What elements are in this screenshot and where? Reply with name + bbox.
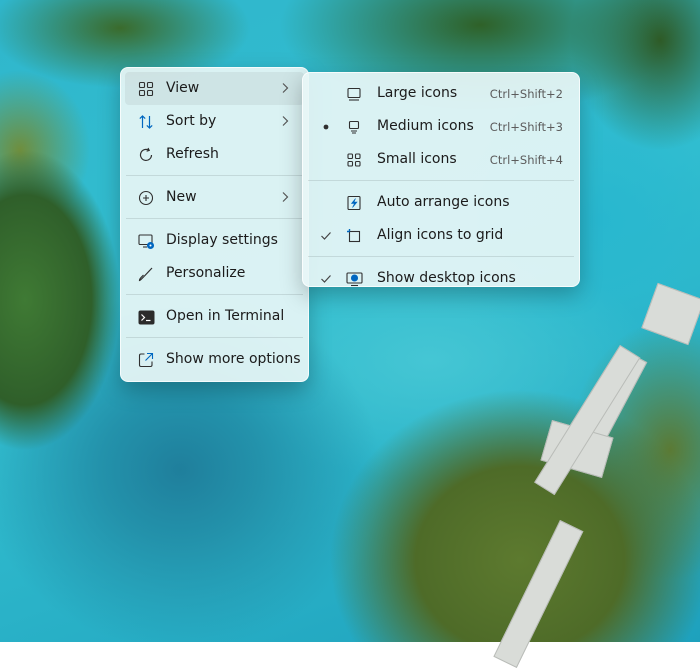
radio-dot-icon	[319, 118, 333, 136]
view-submenu: Large icons Ctrl+Shift+2 Medium icons Ct…	[302, 72, 580, 287]
submenu-item-label: Auto arrange icons	[377, 194, 510, 210]
checkmark-icon	[319, 270, 333, 288]
menu-item-label: New	[166, 189, 197, 205]
keyboard-shortcut: Ctrl+Shift+4	[489, 153, 563, 167]
keyboard-shortcut: Ctrl+Shift+3	[489, 120, 563, 134]
display-settings-icon	[137, 232, 155, 250]
keyboard-shortcut: Ctrl+Shift+2	[489, 87, 563, 101]
submenu-item-large-icons[interactable]: Large icons Ctrl+Shift+2	[307, 77, 575, 110]
submenu-item-label: Show desktop icons	[377, 270, 516, 286]
align-grid-icon	[345, 227, 363, 245]
chevron-right-icon	[280, 114, 290, 128]
medium-icons-icon	[345, 118, 363, 136]
menu-item-label: Open in Terminal	[166, 308, 285, 324]
menu-item-personalize[interactable]: Personalize	[125, 257, 304, 290]
menu-separator	[126, 218, 303, 219]
menu-separator	[126, 337, 303, 338]
chevron-right-icon	[280, 81, 290, 95]
menu-item-label: Show more options	[166, 351, 301, 367]
submenu-item-small-icons[interactable]: Small icons Ctrl+Shift+4	[307, 143, 575, 176]
submenu-item-label: Align icons to grid	[377, 227, 504, 243]
menu-separator	[126, 175, 303, 176]
show-desktop-icon	[345, 270, 363, 288]
submenu-item-label: Small icons	[377, 151, 457, 167]
auto-arrange-icon	[345, 194, 363, 212]
chevron-right-icon	[280, 190, 290, 204]
menu-item-display-settings[interactable]: Display settings	[125, 224, 304, 257]
checkmark-icon	[319, 227, 333, 245]
menu-item-label: Sort by	[166, 113, 217, 129]
grid-icon	[137, 80, 155, 98]
menu-item-refresh[interactable]: Refresh	[125, 138, 304, 171]
small-icons-icon	[345, 151, 363, 169]
boardwalk-segment	[493, 520, 584, 668]
menu-separator	[308, 180, 574, 181]
boardwalk-platform	[641, 282, 700, 346]
menu-item-label: Display settings	[166, 232, 278, 248]
submenu-item-auto-arrange-icons[interactable]: Auto arrange icons	[307, 186, 575, 219]
menu-item-label: Personalize	[166, 265, 246, 281]
submenu-item-show-desktop-icons[interactable]: Show desktop icons	[307, 262, 575, 295]
plus-circle-icon	[137, 189, 155, 207]
menu-item-label: Refresh	[166, 146, 219, 162]
submenu-item-medium-icons[interactable]: Medium icons Ctrl+Shift+3	[307, 110, 575, 143]
terminal-icon	[137, 308, 155, 326]
menu-item-open-in-terminal[interactable]: Open in Terminal	[125, 300, 304, 333]
refresh-icon	[137, 146, 155, 164]
desktop-context-menu: View Sort by Refresh New Display setting…	[120, 67, 309, 382]
menu-separator	[126, 294, 303, 295]
menu-item-show-more-options[interactable]: Show more options	[125, 343, 304, 376]
menu-item-new[interactable]: New	[125, 181, 304, 214]
menu-item-sort-by[interactable]: Sort by	[125, 105, 304, 138]
submenu-item-label: Large icons	[377, 85, 458, 101]
sort-arrows-icon	[137, 113, 155, 131]
submenu-item-align-icons-to-grid[interactable]: Align icons to grid	[307, 219, 575, 252]
brush-icon	[137, 265, 155, 283]
external-link-icon	[137, 351, 155, 369]
menu-item-label: View	[166, 80, 200, 96]
large-icons-icon	[345, 85, 363, 103]
menu-separator	[308, 256, 574, 257]
menu-item-view[interactable]: View	[125, 72, 304, 105]
submenu-item-label: Medium icons	[377, 118, 474, 134]
